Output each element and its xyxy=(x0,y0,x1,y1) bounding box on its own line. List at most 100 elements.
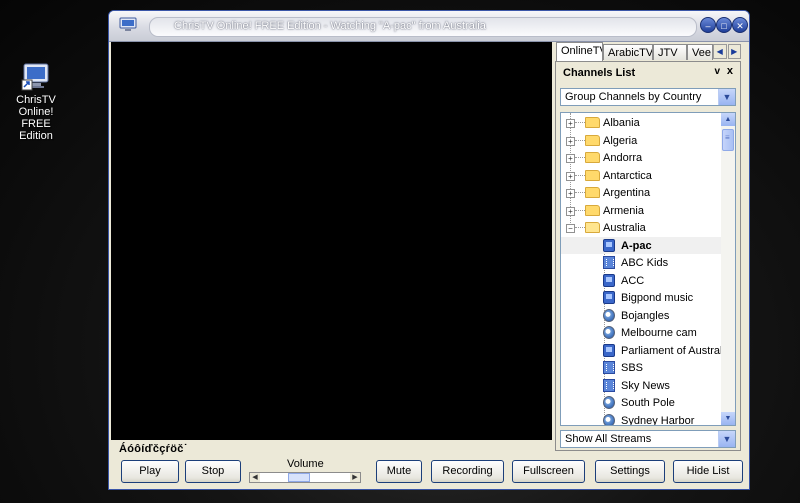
stop-button[interactable]: Stop xyxy=(185,460,241,483)
video-area[interactable] xyxy=(111,42,552,440)
tree-item-albania[interactable]: + Albania xyxy=(561,114,721,132)
tree-line xyxy=(575,139,585,141)
minimize-button[interactable]: – xyxy=(700,17,716,33)
channel-panel: OnlineTV ArabicTV JTV Vee ◀ ▶ Channels L… xyxy=(555,42,741,451)
channel-label: South Pole xyxy=(621,397,675,409)
tree-item-algeria[interactable]: + Algeria xyxy=(561,132,721,150)
tab-scroll-left-icon[interactable]: ◀ xyxy=(713,44,727,59)
tv-icon xyxy=(603,238,615,252)
webcam-icon xyxy=(603,413,615,425)
expand-icon[interactable]: + xyxy=(566,171,575,181)
channel-item-sky-news[interactable]: Sky News xyxy=(561,377,721,395)
channel-item-sydney-harbor[interactable]: Sydney Harbor xyxy=(561,412,721,425)
channel-label: Bigpond music xyxy=(621,292,694,304)
tree-item-label: Armenia xyxy=(603,204,644,217)
channel-label: SBS xyxy=(621,362,644,374)
channel-item-bojangles[interactable]: Bojangles xyxy=(561,307,721,325)
tree-scrollbar[interactable]: ▲ ▼ xyxy=(721,113,735,425)
pin-icon[interactable]: v xyxy=(714,66,720,77)
scroll-up-icon[interactable]: ▲ xyxy=(721,113,735,126)
tree-item-argentina[interactable]: + Argentina xyxy=(561,184,721,202)
close-button[interactable]: ✕ xyxy=(732,17,748,33)
expand-icon[interactable]: + xyxy=(566,154,575,163)
channel-label: Parliament of Australia xyxy=(621,344,732,357)
monitor-icon xyxy=(20,60,52,92)
panel-close-icon[interactable]: x xyxy=(727,65,733,77)
tree-item-label: Albania xyxy=(603,117,640,129)
channel-label: A-pac xyxy=(621,239,652,252)
channel-item-south-pole[interactable]: South Pole xyxy=(561,394,721,412)
mute-button[interactable]: Mute xyxy=(376,460,422,483)
tree-item-label: Andorra xyxy=(603,152,643,164)
chevron-down-icon[interactable]: ▼ xyxy=(718,89,735,105)
tab-onlinetv[interactable]: OnlineTV xyxy=(556,42,603,61)
webcam-icon xyxy=(603,326,615,339)
stream-filter-select[interactable]: Show All Streams ▼ xyxy=(560,430,736,448)
title-bar[interactable]: ChrisTV Online! FREE Edition - Watching … xyxy=(109,11,749,42)
tab-label: JTV xyxy=(658,47,678,59)
desktop-icon-christv[interactable]: ChrisTV Online! FREE Edition xyxy=(4,60,68,142)
channels-list-panel: Channels List v x Group Channels by Coun… xyxy=(555,61,741,451)
tab-vee[interactable]: Vee xyxy=(687,44,713,60)
play-button[interactable]: Play xyxy=(121,460,179,483)
title-pill: ChrisTV Online! FREE Edition - Watching … xyxy=(149,17,697,37)
recording-button[interactable]: Recording xyxy=(431,460,504,483)
film-icon xyxy=(603,378,615,392)
tab-arabictv[interactable]: ArabicTV xyxy=(603,44,653,60)
channel-label: ACC xyxy=(621,274,645,287)
hide-list-button[interactable]: Hide List xyxy=(673,460,743,483)
tab-jtv[interactable]: JTV xyxy=(653,44,687,60)
channel-label: ABC Kids xyxy=(621,257,669,269)
tree-item-antarctica[interactable]: + Antarctica xyxy=(561,167,721,185)
channel-item-melbourne-cam[interactable]: Melbourne cam xyxy=(561,324,721,342)
scroll-down-icon[interactable]: ▼ xyxy=(721,412,735,425)
chevron-down-icon[interactable]: ▼ xyxy=(718,431,735,447)
channel-tree[interactable]: + Albania + Algeria + Andorra + Antarcti… xyxy=(560,112,736,426)
tv-icon xyxy=(603,343,615,357)
tab-label: OnlineTV xyxy=(561,45,603,57)
tab-scroll-buttons: ◀ ▶ xyxy=(713,44,741,59)
channels-list-header: Channels List v x xyxy=(556,62,740,82)
tree-item-armenia[interactable]: + Armenia xyxy=(561,202,721,220)
scroll-thumb[interactable] xyxy=(722,129,734,151)
group-by-select[interactable]: Group Channels by Country ▼ xyxy=(560,88,736,106)
volume-slider[interactable]: ◀ ▶ xyxy=(249,472,361,483)
channel-label: Sky News xyxy=(621,379,670,392)
volume-left-icon[interactable]: ◀ xyxy=(250,473,260,482)
channel-item-acc[interactable]: ACC xyxy=(561,272,721,290)
channel-item-parliament-of-australia[interactable]: Parliament of Australia xyxy=(561,342,731,360)
channels-list-title: Channels List xyxy=(563,67,636,79)
tab-label: Vee xyxy=(692,47,711,59)
tree-item-label: Argentina xyxy=(603,187,651,199)
tab-scroll-right-icon[interactable]: ▶ xyxy=(727,44,741,59)
tv-icon xyxy=(603,273,615,287)
folder-icon xyxy=(585,204,600,216)
volume-thumb[interactable] xyxy=(288,473,310,482)
settings-button[interactable]: Settings xyxy=(595,460,665,483)
maximize-icon: □ xyxy=(721,21,727,31)
desktop-icon-label: ChrisTV Online! FREE Edition xyxy=(16,94,56,142)
open-folder-icon xyxy=(585,222,600,233)
volume-right-icon[interactable]: ▶ xyxy=(350,473,360,482)
tree-item-label: Algeria xyxy=(603,134,638,147)
tree-item-andorra[interactable]: + Andorra xyxy=(561,149,721,167)
tree-line xyxy=(575,122,585,123)
collapse-icon[interactable]: − xyxy=(566,224,575,233)
webcam-icon xyxy=(603,396,615,409)
expand-icon[interactable]: + xyxy=(566,136,575,146)
expand-icon[interactable]: + xyxy=(566,206,575,216)
expand-icon[interactable]: + xyxy=(566,119,575,128)
tab-label: ArabicTV xyxy=(608,47,653,59)
tv-icon xyxy=(603,291,615,304)
channel-item-a-pac[interactable]: A-pac xyxy=(561,236,721,254)
tab-strip: OnlineTV ArabicTV JTV Vee ◀ ▶ xyxy=(555,42,741,61)
expand-icon[interactable]: + xyxy=(566,189,575,198)
group-by-value: Group Channels by Country xyxy=(565,91,702,103)
channel-item-bigpond-music[interactable]: Bigpond music xyxy=(561,289,721,307)
webcam-icon xyxy=(603,308,615,322)
channel-item-abc-kids[interactable]: ABC Kids xyxy=(561,254,721,272)
fullscreen-button[interactable]: Fullscreen xyxy=(512,460,585,483)
channel-item-sbs[interactable]: SBS xyxy=(561,359,721,377)
maximize-button[interactable]: □ xyxy=(716,17,732,33)
tree-item-australia[interactable]: − Australia xyxy=(561,219,721,237)
